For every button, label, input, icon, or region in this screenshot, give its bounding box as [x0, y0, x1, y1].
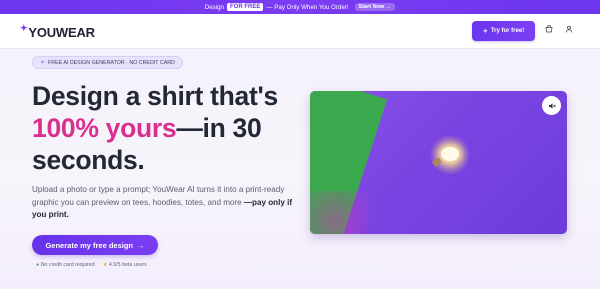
hero-title-line1: Design a shirt that's — [32, 81, 278, 111]
arrow-right-icon: → — [137, 240, 145, 250]
trust-rating-label: 4.9/5 beta users — [108, 262, 147, 268]
star-icon: ★ — [102, 262, 108, 268]
site-header: ✦ YOUWEAR ✧ Try for free! — [0, 14, 600, 49]
hero-video[interactable] — [310, 91, 567, 234]
hero-title-line3: seconds. — [32, 145, 145, 175]
promo-banner: Design FOR FREE — Pay Only When You Orde… — [0, 0, 600, 14]
logo[interactable]: ✦ YOUWEAR — [20, 23, 95, 40]
hero-badge: ✧ FREE AI DESIGN GENERATOR · NO CREDIT C… — [32, 56, 183, 69]
start-now-label: Start Now — [358, 4, 385, 10]
start-now-link[interactable]: Start Now → — [354, 3, 396, 11]
logo-text: YOUWEAR — [28, 25, 95, 40]
video-glow — [310, 191, 370, 234]
trust-rating: ★ 4.9/5 beta users — [103, 262, 147, 268]
try-for-free-label: Try for free! — [490, 28, 525, 34]
hero-title: Design a shirt that's 100% yours—in 30 s… — [32, 80, 312, 176]
hero-title-rest: —in 30 — [176, 113, 262, 143]
user-icon[interactable] — [565, 25, 573, 35]
mute-icon[interactable] — [542, 96, 561, 115]
trust-no-card: ● No credit card required — [36, 262, 95, 268]
hero-description: Upload a photo or type a prompt; YouWear… — [32, 184, 294, 222]
try-for-free-button[interactable]: ✧ Try for free! — [472, 21, 535, 41]
sparkle-icon: ✦ — [20, 23, 28, 33]
trust-no-card-label: No credit card required — [40, 262, 95, 268]
sparkle-icon: ✧ — [40, 60, 46, 66]
lightbulb-icon — [441, 147, 459, 161]
check-circle-icon: ● — [36, 262, 40, 268]
hero-title-accent: 100% yours — [32, 113, 177, 143]
hero-badge-label: FREE AI DESIGN GENERATOR · NO CREDIT CAR… — [48, 59, 175, 66]
promo-free-badge: FOR FREE — [227, 3, 264, 11]
arrow-right-icon: → — [385, 4, 392, 10]
promo-suffix: — Pay Only When You Order! — [266, 3, 349, 11]
cart-icon[interactable] — [545, 24, 553, 35]
sparkle-icon: ✧ — [482, 28, 488, 35]
trust-indicators: ● No credit card required ★ 4.9/5 beta u… — [36, 262, 147, 268]
generate-design-label: Generate my free design — [45, 240, 134, 250]
promo-prefix: Design — [204, 3, 224, 11]
generate-design-button[interactable]: Generate my free design → — [32, 235, 158, 255]
